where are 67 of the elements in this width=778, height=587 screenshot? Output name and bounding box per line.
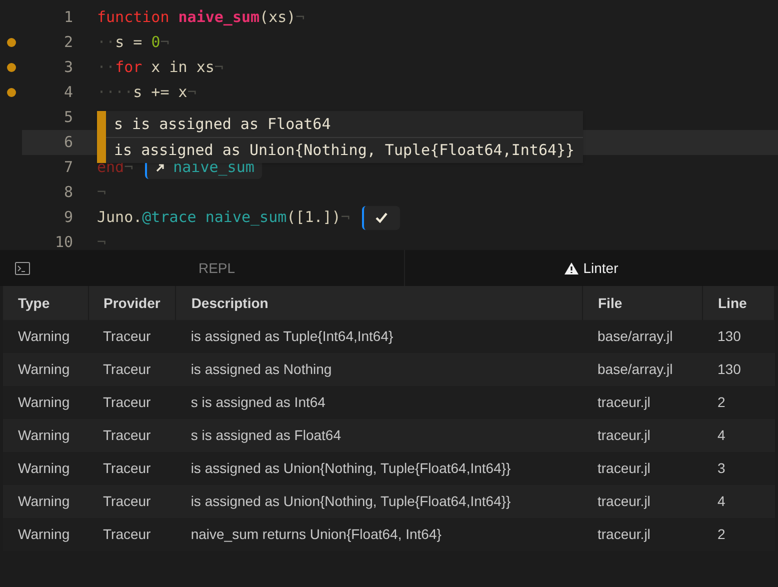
table-cell: traceur.jl: [598, 427, 650, 443]
eol-marker: ¬: [296, 7, 305, 28]
eol-marker: ¬: [214, 57, 224, 78]
table-cell: Traceur: [103, 328, 151, 344]
whitespace-marker: ··: [97, 32, 116, 54]
code-token: Juno.: [97, 207, 142, 228]
table-cell: Traceur: [103, 394, 151, 410]
line-number: 3: [62, 57, 73, 78]
table-cell: 2: [718, 394, 726, 410]
table-cell: Traceur: [103, 361, 151, 377]
code-token: function: [97, 7, 170, 28]
code-token: naive_sum: [205, 207, 287, 228]
table-cell: Traceur: [103, 460, 151, 476]
code-token: naive_sum: [178, 7, 260, 28]
line-number: 6: [62, 132, 73, 154]
table-cell: traceur.jl: [598, 526, 650, 542]
table-cell: traceur.jl: [598, 394, 650, 410]
table-cell: is assigned as Nothing: [190, 361, 332, 377]
table-cell: Warning: [18, 394, 70, 410]
table-cell: Traceur: [103, 526, 151, 542]
table-cell: traceur.jl: [598, 460, 650, 476]
line-number: 8: [62, 182, 73, 204]
table-cell: s is assigned as Int64: [190, 394, 326, 410]
table-cell: 130: [718, 328, 741, 344]
table-cell: Warning: [18, 427, 70, 443]
table-cell: 4: [718, 493, 726, 509]
line-number: 2: [62, 32, 73, 54]
code-token: for: [115, 57, 142, 78]
code-token: @trace: [142, 207, 196, 228]
code-token: x in xs: [151, 57, 214, 78]
tooltip-message: is assigned as Union{Nothing, Tuple{Float64,Int64}}: [106, 137, 583, 163]
eol-marker: ¬: [187, 82, 196, 104]
line-number: 5: [62, 107, 73, 128]
table-cell: Warning: [18, 361, 70, 377]
table-cell: 4: [718, 427, 726, 443]
table-cell: 130: [718, 361, 741, 377]
whitespace-marker: ····: [97, 82, 134, 104]
code-token: ([1.]): [286, 207, 341, 228]
table-cell: is assigned as Tuple{Int64,Int64}: [190, 328, 394, 344]
table-cell: Warning: [18, 526, 70, 542]
code-token: s =: [115, 32, 144, 54]
table-cell: traceur.jl: [598, 493, 650, 509]
table-cell: s is assigned as Float64: [190, 427, 342, 443]
table-cell: Warning: [18, 460, 70, 476]
table-cell: Warning: [18, 328, 70, 344]
eol-marker: ¬: [97, 182, 106, 204]
table-cell: Warning: [18, 493, 70, 509]
table-cell: base/array.jl: [598, 328, 673, 344]
tooltip-message: s is assigned as Float64: [113, 114, 332, 135]
whitespace-marker: ··: [97, 57, 116, 78]
table-cell: 2: [718, 526, 726, 542]
code-token: (xs): [260, 7, 296, 28]
line-number: 4: [62, 82, 73, 104]
table-cell: is assigned as Union{Nothing, Tuple{Float64,Int64}}: [190, 493, 511, 509]
table-cell: 3: [718, 460, 726, 476]
code-token: s += x: [133, 82, 188, 104]
line-number: 9: [62, 207, 73, 228]
eol-marker: ¬: [340, 207, 350, 228]
table-cell: naive_sum returns Union{Float64, Int64}: [190, 526, 442, 542]
eol-marker: ¬: [160, 32, 170, 54]
table-cell: is assigned as Union{Nothing, Tuple{Float64,Int64}}: [190, 460, 511, 476]
table-cell: Traceur: [103, 427, 151, 443]
code-token: 0: [151, 32, 160, 54]
line-number: 7: [62, 157, 73, 178]
table-cell: base/array.jl: [598, 361, 673, 377]
line-number: 1: [62, 7, 73, 28]
table-cell: Traceur: [103, 493, 151, 509]
